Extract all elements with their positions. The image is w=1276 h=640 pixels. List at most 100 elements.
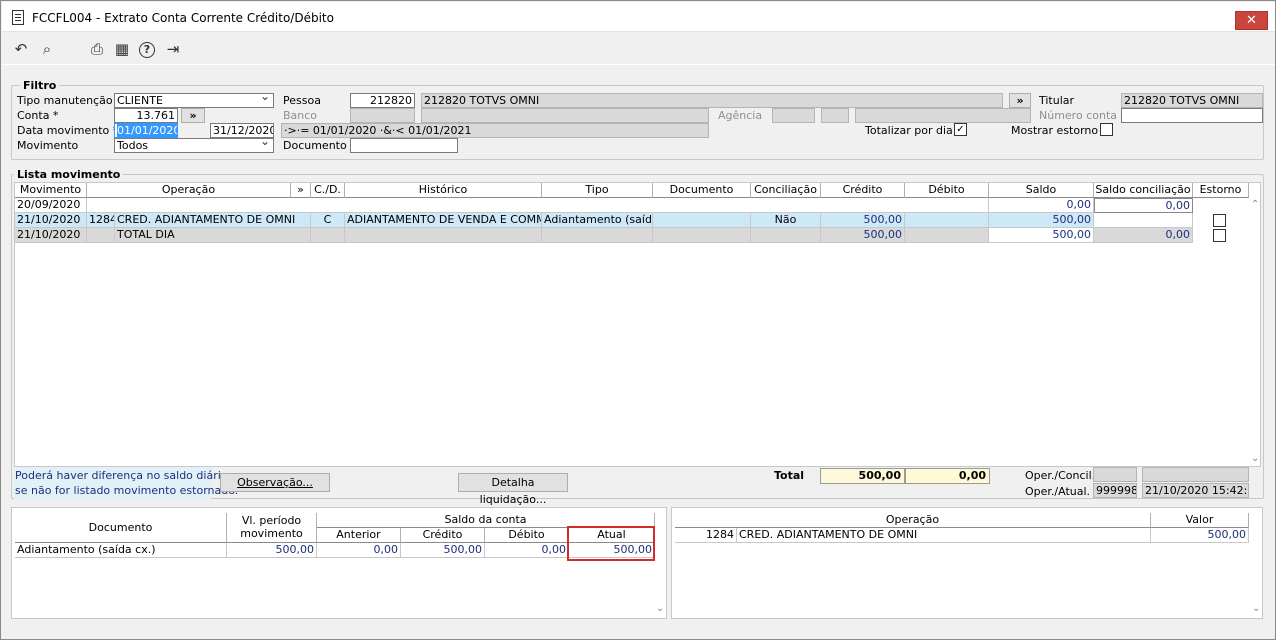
col-expand[interactable]: » xyxy=(291,183,311,198)
cell-saldo: 500,00 xyxy=(989,213,1094,228)
cell-saldo: 0,00 xyxy=(989,198,1094,213)
main-window: FCCFL004 - Extrato Conta Corrente Crédit… xyxy=(0,0,1276,640)
data-fim-input[interactable]: 31/12/2020 xyxy=(210,123,274,138)
cell-operacao-code xyxy=(87,228,115,243)
col-historico[interactable]: Histórico xyxy=(345,183,542,198)
col-credito[interactable]: Crédito xyxy=(821,183,905,198)
help-icon[interactable]: ? xyxy=(139,42,155,58)
cell-cd: C xyxy=(311,213,345,228)
col-operacao[interactable]: Operação xyxy=(87,183,291,198)
tipo-manutencao-select[interactable]: CLIENTE xyxy=(114,93,274,108)
col-saldo-conciliacao[interactable]: Saldo conciliação xyxy=(1094,183,1193,198)
cell-saldo-conciliacao: 0,00 xyxy=(1094,198,1193,213)
movimento-label: Movimento xyxy=(17,139,79,152)
col-saldo[interactable]: Saldo xyxy=(989,183,1094,198)
agencia-name-field xyxy=(855,108,1031,123)
cell-operacao-code: 1284 xyxy=(675,528,737,543)
cell-historico: ADIANTAMENTO DE VENDA E COMMERCE xyxy=(345,213,542,228)
cell-movimento: 21/10/2020 xyxy=(15,228,87,243)
undo-icon[interactable]: ↶ xyxy=(12,41,30,59)
pessoa-code-input[interactable]: 212820 xyxy=(350,93,415,108)
filtro-legend: Filtro xyxy=(20,79,60,92)
operacoes-grid[interactable]: Operação Valor 1284 CRED. ADIANTAMENTO D… xyxy=(671,507,1263,619)
calendar-icon[interactable]: ▦ xyxy=(113,41,131,59)
totalizar-checkbox[interactable]: ✓ xyxy=(954,123,967,136)
col-tipo[interactable]: Tipo xyxy=(542,183,653,198)
cell-conciliacao xyxy=(751,228,821,243)
data-movimento-label: Data movimento * xyxy=(17,124,119,137)
mostrar-estorno-checkbox[interactable] xyxy=(1100,123,1113,136)
cell-saldo-conciliacao xyxy=(1094,213,1193,228)
oper-concil-user xyxy=(1093,467,1137,482)
tipo-manutencao-label: Tipo manutenção xyxy=(17,94,113,107)
titular-field: 212820 TOTVS OMNI xyxy=(1121,93,1263,108)
scroll-down-icon[interactable]: ⌄ xyxy=(1251,453,1259,464)
toolbar: ↶ ⌕ ⎙ ▦ ? ⇥ xyxy=(2,33,1275,65)
col-cd[interactable]: C./D. xyxy=(311,183,345,198)
col-conciliacao[interactable]: Conciliação xyxy=(751,183,821,198)
estorno-checkbox[interactable] xyxy=(1213,214,1226,227)
col-movimento[interactable]: Movimento xyxy=(15,183,87,198)
exit-icon[interactable]: ⇥ xyxy=(164,41,182,59)
scroll-down-icon[interactable]: ⌄ xyxy=(1252,603,1260,614)
col-vl-periodo[interactable]: Vl. período movimento xyxy=(227,513,317,543)
oper-concil-label: Oper./Concil. xyxy=(1025,469,1096,482)
cell-documento xyxy=(653,213,751,228)
cell-movimento: 21/10/2020 xyxy=(15,213,87,228)
close-button[interactable]: ✕ xyxy=(1235,11,1268,30)
col-documento[interactable]: Documento xyxy=(15,513,227,543)
observacao-button[interactable]: Observação... xyxy=(220,473,330,492)
col-estorno[interactable]: Estorno xyxy=(1193,183,1249,198)
totalizar-label: Totalizar por dia xyxy=(865,124,953,137)
cell-cd xyxy=(311,228,345,243)
conta-label: Conta * xyxy=(17,109,59,122)
conta-lookup-button[interactable]: » xyxy=(181,108,205,123)
total-credito: 500,00 xyxy=(820,468,905,484)
scroll-down-icon[interactable]: ⌄ xyxy=(656,603,664,614)
oper-atual-label: Oper./Atual. xyxy=(1025,485,1091,498)
title-bar: FCCFL004 - Extrato Conta Corrente Crédit… xyxy=(2,2,1275,32)
pessoa-name-field: 212820 TOTVS OMNI xyxy=(421,93,1003,108)
banco-code-field xyxy=(350,108,415,123)
agencia-dv-field xyxy=(821,108,849,123)
cell-tipo xyxy=(542,228,653,243)
highlight-atual-box xyxy=(567,526,655,561)
col-operacao[interactable]: Operação xyxy=(675,513,1151,528)
documento-label: Documento xyxy=(283,139,347,152)
agencia-code-field xyxy=(772,108,815,123)
numero-conta-input[interactable] xyxy=(1121,108,1263,123)
banco-name-field xyxy=(421,108,709,123)
data-inicio-input[interactable]: 01/01/2020 xyxy=(114,123,178,138)
pessoa-label: Pessoa xyxy=(283,94,321,107)
document-icon xyxy=(12,10,24,25)
print-icon[interactable]: ⎙ xyxy=(88,41,106,59)
cell-saldo: 500,00 xyxy=(989,228,1094,243)
resumo-grid[interactable]: Documento Vl. período movimento Saldo da… xyxy=(11,507,667,619)
cell-tipo: Adiantamento (saída cx.) xyxy=(542,213,653,228)
movimento-select[interactable]: Todos xyxy=(114,138,274,153)
window-title: FCCFL004 - Extrato Conta Corrente Crédit… xyxy=(32,11,334,25)
col-credito[interactable]: Crédito xyxy=(401,528,485,543)
col-debito[interactable]: Débito xyxy=(485,528,569,543)
col-anterior[interactable]: Anterior xyxy=(317,528,401,543)
scroll-up-icon[interactable]: ⌃ xyxy=(1251,199,1259,210)
numero-conta-label: Número conta xyxy=(1039,109,1117,122)
documento-input[interactable] xyxy=(350,138,458,153)
cell-operacao: TOTAL DIA xyxy=(115,228,311,243)
col-debito[interactable]: Débito xyxy=(905,183,989,198)
conta-input[interactable]: 13.761 xyxy=(114,108,178,123)
total-debito: 0,00 xyxy=(905,468,990,484)
cell-operacao: CRED. ADIANTAMENTO DE OMNI xyxy=(115,213,311,228)
detalha-liquidacao-button[interactable]: Detalha liquidação... xyxy=(458,473,568,506)
movimento-grid[interactable]: Movimento Operação » C./D. Histórico Tip… xyxy=(14,182,1261,467)
titular-label: Titular xyxy=(1039,94,1075,107)
cell-conciliacao: Não xyxy=(751,213,821,228)
col-documento[interactable]: Documento xyxy=(653,183,751,198)
search-icon[interactable]: ⌕ xyxy=(38,41,56,59)
estorno-checkbox[interactable] xyxy=(1213,229,1226,242)
cell-operacao xyxy=(87,198,989,213)
col-valor[interactable]: Valor xyxy=(1151,513,1249,528)
pessoa-lookup-button[interactable]: » xyxy=(1009,93,1031,108)
info-line-2: se não for listado movimento estornado. xyxy=(15,484,239,497)
cell-credito: 500,00 xyxy=(821,213,905,228)
